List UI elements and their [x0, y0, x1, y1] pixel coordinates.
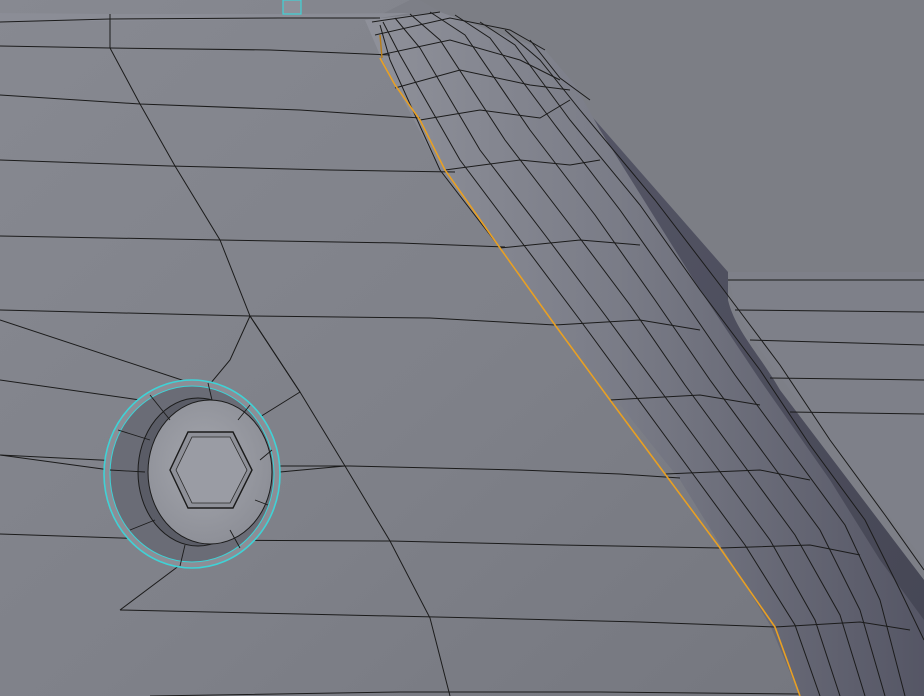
hex-socket-hole-icon[interactable]	[103, 379, 281, 569]
3d-viewport[interactable]	[0, 0, 924, 696]
top-selected-sliver[interactable]	[282, 0, 302, 15]
mesh-render[interactable]	[0, 0, 924, 696]
